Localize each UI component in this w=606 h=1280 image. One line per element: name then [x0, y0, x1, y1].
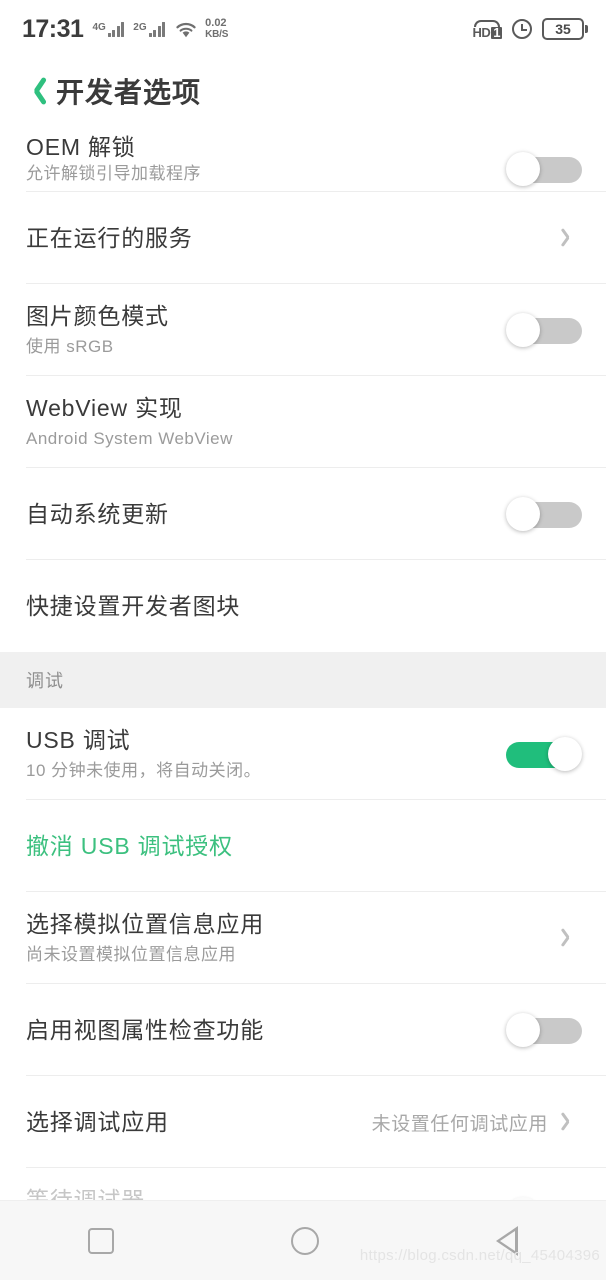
- row-text: 快捷设置开发者图块: [26, 591, 582, 621]
- row-text: 等待调试器 调试应用会在执行前等待附加调试器: [26, 1185, 492, 1200]
- sim2-network-label: 2G: [133, 21, 147, 33]
- row-title: 启用视图属性检查功能: [26, 1017, 264, 1043]
- row-text: 图片颜色模式 使用 sRGB: [26, 301, 492, 359]
- setting-row-quick-settings-developer-tiles[interactable]: 快捷设置开发者图块: [0, 560, 606, 652]
- row-text: USB 调试 10 分钟未使用，将自动关闭。: [26, 725, 492, 783]
- row-subtitle: 允许解锁引导加载程序: [26, 164, 201, 183]
- recents-square-icon[interactable]: [88, 1227, 115, 1254]
- row-text: 自动系统更新: [26, 499, 492, 529]
- battery-level-label: 35: [542, 18, 584, 40]
- row-text: 正在运行的服务: [26, 223, 548, 253]
- setting-row-select-debug-app[interactable]: 选择调试应用 未设置任何调试应用: [0, 1076, 606, 1168]
- sim1-signal-icon: 4G: [90, 21, 125, 37]
- setting-row-usb-debugging[interactable]: USB 调试 10 分钟未使用，将自动关闭。: [0, 708, 606, 800]
- oem-unlock-toggle[interactable]: [506, 152, 582, 186]
- row-title: 等待调试器: [26, 1187, 145, 1200]
- row-title: 选择模拟位置信息应用: [26, 911, 264, 937]
- phone-screen: 17:31 4G 2G 0.02 KB/S HD 1 35 开发者选项 OEM …: [0, 0, 606, 1280]
- sim1-network-label: 4G: [92, 21, 106, 33]
- sim2-signal-bars: [148, 21, 166, 37]
- setting-row-select-mock-location-app[interactable]: 选择模拟位置信息应用 尚未设置模拟位置信息应用: [0, 892, 606, 984]
- back-triangle-icon[interactable]: [495, 1225, 518, 1256]
- row-text: OEM 解锁 允许解锁引导加载程序: [26, 128, 492, 186]
- row-subtitle: Android System WebView: [26, 429, 233, 448]
- navigation-bar: https://blog.csdn.net/qq_45404396: [0, 1200, 606, 1280]
- row-title: 正在运行的服务: [26, 225, 193, 251]
- row-title: 自动系统更新: [26, 501, 169, 527]
- row-text: 选择调试应用: [26, 1107, 362, 1137]
- row-text: WebView 实现 Android System WebView: [26, 393, 582, 451]
- setting-row-webview-implementation[interactable]: WebView 实现 Android System WebView: [0, 376, 606, 468]
- select-debug-app-value: 未设置任何调试应用: [371, 1113, 548, 1135]
- status-bar-left: 17:31 4G 2G 0.02 KB/S: [22, 15, 228, 44]
- automatic-system-updates-toggle[interactable]: [506, 497, 582, 531]
- sim2-signal-icon: 2G: [131, 21, 166, 37]
- setting-row-revoke-usb-debugging-authorizations[interactable]: 撤消 USB 调试授权: [0, 800, 606, 892]
- row-title: 撤消 USB 调试授权: [26, 833, 233, 859]
- network-speed-indicator: 0.02 KB/S: [205, 17, 229, 41]
- row-text: 启用视图属性检查功能: [26, 1015, 492, 1045]
- chevron-right-icon: [560, 927, 582, 949]
- network-speed-unit: KB/S: [205, 29, 229, 40]
- page-title: 开发者选项: [56, 77, 202, 108]
- wifi-icon: [174, 20, 198, 38]
- status-bar-right: HD 1 35: [472, 18, 588, 40]
- watermark: https://blog.csdn.net/qq_45404396: [359, 1247, 600, 1264]
- row-text: 撤消 USB 调试授权: [26, 831, 582, 861]
- battery-indicator: 35: [542, 18, 588, 40]
- network-speed-value: 0.02: [205, 17, 227, 29]
- row-text: 选择模拟位置信息应用 尚未设置模拟位置信息应用: [26, 909, 548, 967]
- setting-row-running-services[interactable]: 正在运行的服务: [0, 192, 606, 284]
- picture-color-mode-toggle[interactable]: [506, 313, 582, 347]
- volte-hd-label: HD: [472, 24, 491, 40]
- row-title: WebView 实现: [26, 395, 183, 421]
- setting-row-picture-color-mode[interactable]: 图片颜色模式 使用 sRGB: [0, 284, 606, 376]
- row-title: USB 调试: [26, 727, 131, 753]
- row-title: 快捷设置开发者图块: [26, 593, 241, 619]
- back-chevron-icon[interactable]: [22, 74, 50, 108]
- section-header-debug: 调试: [0, 652, 606, 708]
- setting-row-wait-for-debugger: 等待调试器 调试应用会在执行前等待附加调试器: [0, 1168, 606, 1200]
- enable-view-attribute-inspection-toggle[interactable]: [506, 1013, 582, 1047]
- home-circle-icon[interactable]: [290, 1226, 319, 1255]
- alarm-icon: [512, 19, 532, 39]
- volte-hd-icon: HD 1: [472, 19, 502, 40]
- row-subtitle: 10 分钟未使用，将自动关闭。: [26, 761, 262, 780]
- status-bar: 17:31 4G 2G 0.02 KB/S HD 1 35: [0, 0, 606, 58]
- status-bar-clock: 17:31: [22, 14, 84, 43]
- setting-row-oem-unlock[interactable]: OEM 解锁 允许解锁引导加载程序: [0, 124, 606, 192]
- setting-row-automatic-system-updates[interactable]: 自动系统更新: [0, 468, 606, 560]
- row-title: 图片颜色模式: [26, 303, 169, 329]
- chevron-right-icon: [560, 227, 582, 249]
- row-subtitle: 尚未设置模拟位置信息应用: [26, 945, 236, 964]
- title-bar: 开发者选项: [0, 58, 606, 124]
- row-subtitle: 使用 sRGB: [26, 337, 114, 356]
- sim1-signal-bars: [107, 21, 125, 37]
- chevron-right-icon: [560, 1111, 582, 1133]
- row-title: 选择调试应用: [26, 1109, 169, 1135]
- settings-list[interactable]: OEM 解锁 允许解锁引导加载程序 正在运行的服务 图片颜色模式 使用 sRGB: [0, 124, 606, 1200]
- volte-sim-index: 1: [491, 24, 502, 40]
- setting-row-enable-view-attribute-inspection[interactable]: 启用视图属性检查功能: [0, 984, 606, 1076]
- row-title: OEM 解锁: [26, 134, 136, 160]
- battery-tip: [585, 25, 588, 33]
- usb-debugging-toggle[interactable]: [506, 737, 582, 771]
